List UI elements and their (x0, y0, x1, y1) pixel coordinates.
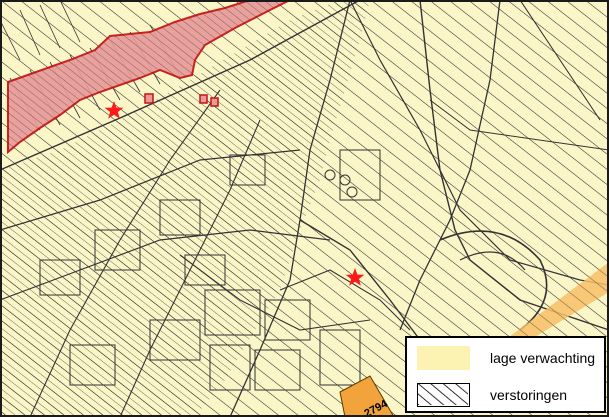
legend-label: lage verwachting (490, 350, 596, 366)
yellow-fill-swatch-icon (417, 346, 470, 370)
legend-label: verstoringen (490, 387, 568, 403)
map-legend: lage verwachting verstoringen (405, 336, 606, 413)
map-view[interactable]: 2794 lage verwachting verstoringen (0, 0, 609, 417)
diagonal-hatch-swatch-icon (417, 383, 470, 407)
legend-item-verstoringen: verstoringen (417, 383, 567, 407)
legend-item-lage-verwachting: lage verwachting (417, 346, 595, 370)
